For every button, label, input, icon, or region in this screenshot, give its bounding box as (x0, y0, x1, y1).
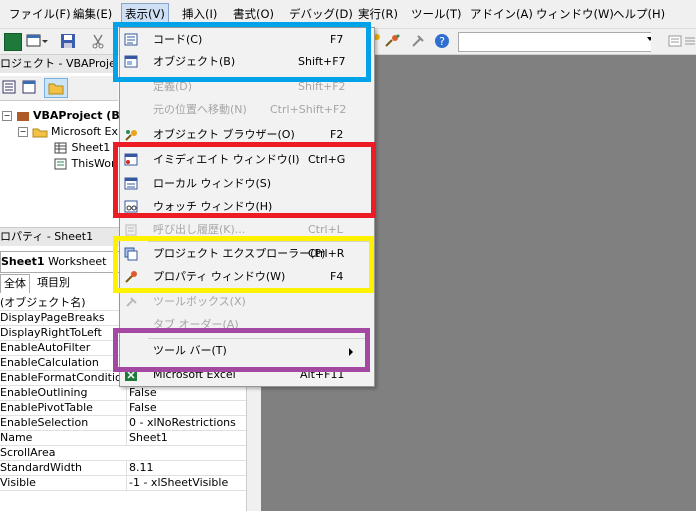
property-name: Visible (0, 476, 36, 489)
view-code-icon[interactable] (2, 80, 16, 94)
property-row[interactable]: StandardWidth 8.11 (0, 460, 246, 476)
save-icon[interactable] (60, 33, 76, 49)
collapse-icon[interactable]: − (18, 127, 28, 137)
property-row[interactable]: EnableOutlining False (0, 385, 246, 401)
property-row[interactable]: EnableSelection 0 - xlNoRestrictions (0, 415, 246, 431)
highlight-box-blue (113, 22, 371, 82)
property-row[interactable]: Visible -1 - xlSheetVisible (0, 475, 246, 491)
property-row[interactable]: Name Sheet1 (0, 430, 246, 446)
property-name: (オブジェクト名) (0, 296, 86, 309)
menu-run[interactable]: 実行(R) (355, 4, 401, 24)
property-row[interactable]: ScrollArea (0, 445, 246, 461)
collapse-icon[interactable]: − (2, 111, 12, 121)
project-explorer-toolbar (0, 76, 118, 101)
menu-item-shortcut: Ctrl+Shift+F2 (270, 103, 347, 116)
object-selector[interactable]: Sheet1 Worksheet (0, 251, 120, 273)
toolbox-icon (126, 297, 137, 307)
folder-icon (32, 128, 47, 138)
property-name: EnableCalculation (0, 356, 99, 369)
worksheet-icon (54, 142, 67, 154)
toolbar-combo-box[interactable] (458, 32, 656, 52)
tab-alphabetic[interactable]: 全体 (0, 274, 30, 293)
help-icon[interactable]: ? (434, 33, 450, 49)
highlight-box-purple (113, 328, 370, 372)
tree-node-thisworkbook[interactable]: ThisWor (54, 156, 115, 172)
indent-icon[interactable] (667, 33, 683, 49)
menu-help[interactable]: ヘルプ(H) (610, 4, 668, 24)
property-value[interactable]: False (126, 400, 247, 415)
property-value[interactable]: 8.11 (126, 460, 247, 475)
menu-insert[interactable]: 挿入(I) (179, 4, 220, 24)
tree-label: VBAProject (B (33, 109, 120, 122)
property-row[interactable]: EnablePivotTable False (0, 400, 246, 416)
property-value[interactable]: 0 - xlNoRestrictions (126, 415, 247, 430)
cut-icon[interactable] (90, 33, 106, 49)
tree-label: ThisWor (71, 157, 116, 170)
vba-project-icon (16, 112, 29, 121)
menu-item-last-position: 元の位置へ移動(N) Ctrl+Shift+F2 (120, 99, 374, 121)
property-value[interactable]: Sheet1 (126, 430, 247, 445)
property-name: EnableAutoFilter (0, 341, 91, 354)
menu-debug[interactable]: デバッグ(D) (286, 4, 356, 24)
menu-format[interactable]: 書式(O) (230, 4, 277, 24)
property-name: ScrollArea (0, 446, 56, 459)
outdent-icon[interactable] (683, 33, 696, 49)
menu-item-label: ツールボックス(X) (153, 295, 246, 308)
property-name: EnableOutlining (0, 386, 88, 399)
property-name: EnableFormatConditions (0, 371, 122, 384)
property-name: Name (0, 431, 33, 444)
property-value[interactable]: False (126, 385, 247, 400)
highlight-box-yellow (113, 236, 374, 293)
highlight-box-red (113, 142, 376, 218)
toggle-folders-icon[interactable] (44, 78, 68, 98)
object-type: Worksheet (48, 255, 107, 268)
property-name: DisplayRightToLeft (0, 326, 102, 339)
toolbar-right (651, 29, 696, 54)
property-name: EnableSelection (0, 416, 89, 429)
view-object-icon[interactable] (22, 80, 36, 94)
excel-icon[interactable] (4, 33, 22, 51)
property-value[interactable]: -1 - xlSheetVisible (126, 475, 247, 490)
menu-addins[interactable]: アドイン(A) (467, 4, 536, 24)
tools-icon[interactable] (410, 33, 426, 49)
menu-file[interactable]: ファイル(F) (6, 4, 74, 24)
property-name: StandardWidth (0, 461, 83, 474)
tab-categorized[interactable]: 項目別 (34, 274, 73, 292)
object-name: Sheet1 (1, 255, 45, 268)
tree-node-microsoft-excel-objects[interactable]: − Microsoft Ex (18, 124, 118, 140)
object-browser-icon (125, 130, 137, 141)
project-tree: − VBAProject (B − Microsoft Ex Sheet1 Th… (0, 101, 120, 219)
menu-item-toolbox: ツールボックス(X) (120, 291, 374, 313)
menu-edit[interactable]: 編集(E) (70, 4, 115, 24)
call-stack-icon (125, 224, 137, 236)
svg-text:?: ? (439, 35, 445, 48)
menu-window[interactable]: ウィンドウ(W) (533, 4, 617, 24)
tree-label: Sheet1 (71, 141, 111, 154)
properties-icon[interactable] (384, 33, 400, 49)
tree-node-vbaproject[interactable]: − VBAProject (B (2, 108, 120, 124)
property-name: EnablePivotTable (0, 401, 93, 414)
project-explorer-title: ロジェクト - VBAProject (0, 55, 118, 73)
menu-tools[interactable]: ツール(T) (408, 4, 465, 24)
menu-item-label: 元の位置へ移動(N) (153, 103, 247, 116)
tree-label: Microsoft Ex (51, 125, 119, 138)
property-name: DisplayPageBreaks (0, 311, 105, 324)
tree-node-sheet1[interactable]: Sheet1 (54, 140, 110, 156)
insert-userform-icon[interactable] (26, 33, 48, 49)
workbook-icon (54, 158, 67, 170)
